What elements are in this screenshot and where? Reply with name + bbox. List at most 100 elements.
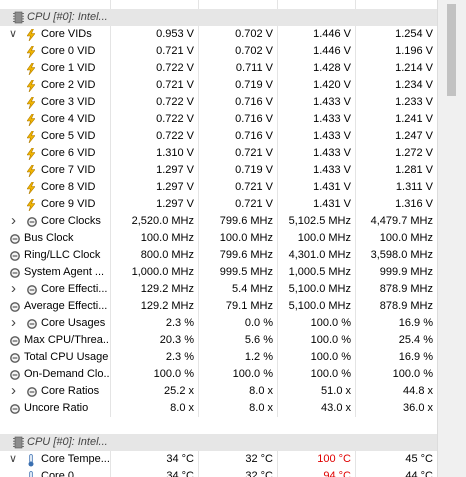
sensor-row[interactable]: Core 5 VID 0.722 V 0.716 V 1.433 V 1.247 V [0, 128, 437, 145]
minimum-value-cell: 5.6 % [198, 332, 277, 349]
bolt-icon [26, 96, 36, 110]
current-value: 34 °C [166, 470, 194, 477]
sensor-row[interactable]: Core 4 VID 0.722 V 0.716 V 1.433 V 1.241 V [0, 111, 437, 128]
clock-icon [10, 403, 20, 414]
minimum-value-cell: 999.5 MHz [198, 264, 277, 281]
sensor-group-row[interactable]: › Core Effecti... 129.2 MHz 5.4 MHz 5,100.0 … [0, 281, 437, 298]
sensor-group-row[interactable]: ∨ Core Tempe... 34 °C 32 °C 100 °C 45 °C [0, 451, 437, 468]
chevron-right-icon[interactable]: › [11, 315, 16, 330]
chevron-down-icon[interactable]: ∨ [9, 26, 17, 43]
sensor-name-cell: Average Effecti... [0, 298, 110, 315]
maximum-value-cell: 5,102.5 MHz [277, 213, 355, 230]
sensor-group-row[interactable]: › Core Clocks 2,520.0 MHz 799.6 MHz 5,102.5 … [0, 213, 437, 230]
chevron-right-icon[interactable]: › [11, 383, 16, 398]
sensor-name-cell: Core 0 VID [0, 43, 110, 60]
maximum-value: 100.0 MHz [297, 232, 351, 244]
average-value: 44.8 x [403, 385, 433, 397]
sensor-row[interactable]: Core 0 VID 0.721 V 0.702 V 1.446 V 1.196 V [0, 43, 437, 60]
sensor-row[interactable]: Total CPU Usage 2.3 % 1.2 % 100.0 % 16.9 % [0, 349, 437, 366]
clock-icon [10, 369, 20, 380]
sensor-row[interactable]: Core 1 VID 0.722 V 0.711 V 1.428 V 1.214 V [0, 60, 437, 77]
average-value: 3,598.0 MHz [370, 249, 433, 261]
sensor-row[interactable]: Core 6 VID 1.310 V 0.721 V 1.433 V 1.272 V [0, 145, 437, 162]
current-value: 800.0 MHz [140, 249, 194, 261]
sensor-row[interactable]: Core 2 VID 0.721 V 0.719 V 1.420 V 1.234 V [0, 77, 437, 94]
sensor-label: Core 0 VID [41, 45, 96, 57]
sensor-row[interactable]: Bus Clock 100.0 MHz 100.0 MHz 100.0 MHz 100.… [0, 230, 437, 247]
chevron-down-icon[interactable]: ∨ [9, 451, 17, 468]
chip-icon [13, 11, 24, 24]
sensor-group-row[interactable]: ∨ Core VIDs 0.953 V 0.702 V 1.446 V 1.254 V [0, 26, 437, 43]
sensor-label: Core 7 VID [41, 164, 96, 176]
average-value: 4,479.7 MHz [370, 215, 433, 227]
maximum-value-cell: 100.0 % [277, 332, 355, 349]
sensor-group-header[interactable]: CPU [#0]: Intel... [0, 9, 437, 26]
sensor-row[interactable]: Core 9 VID 1.297 V 0.721 V 1.431 V 1.316 V [0, 196, 437, 213]
current-value: 20.3 % [159, 334, 194, 346]
thermometer-icon [27, 471, 37, 477]
average-value-cell: 1.311 V [355, 179, 437, 196]
minimum-value-cell: 0.716 V [198, 128, 277, 145]
scrollbar-thumb[interactable] [447, 4, 456, 96]
average-value-cell: 878.9 MHz [355, 281, 437, 298]
minimum-value-cell: 0.702 V [198, 26, 277, 43]
clock-icon [27, 217, 37, 227]
bolt-icon [26, 198, 37, 212]
current-value-cell: 0.721 V [110, 43, 198, 60]
bolt-icon [26, 79, 36, 93]
sensor-group-row[interactable]: › Core Ratios 25.2 x 8.0 x 51.0 x 44.8 x [0, 383, 437, 400]
sensor-row[interactable]: Core 0 34 °C 32 °C 94 °C 44 °C [0, 468, 437, 477]
sensor-name-cell: Uncore Ratio [0, 400, 110, 417]
sensor-group-header[interactable]: CPU [#0]: Intel... [0, 434, 437, 451]
sensor-row[interactable]: Uncore Ratio 8.0 x 8.0 x 43.0 x 36.0 x [0, 400, 437, 417]
sensor-row[interactable]: System Agent ... 1,000.0 MHz 999.5 MHz 1,00… [0, 264, 437, 281]
sensor-row[interactable]: On-Demand Clo... 100.0 % 100.0 % 100.0 % 100… [0, 366, 437, 383]
maximum-value-cell: 100.0 % [277, 349, 355, 366]
bolt-icon [26, 62, 37, 76]
sensor-name-cell: › Core Clocks [0, 213, 110, 230]
sensor-row[interactable]: Average Effecti... 129.2 MHz 79.1 MHz 5,100… [0, 298, 437, 315]
bolt-icon [26, 45, 36, 59]
average-value-cell [355, 434, 437, 451]
sensor-label: Core 2 VID [41, 79, 96, 91]
blank-row [0, 417, 437, 434]
sensor-row[interactable]: Core 8 VID 1.297 V 0.721 V 1.431 V 1.311 V [0, 179, 437, 196]
current-value-cell: 1.297 V [110, 196, 198, 213]
average-value: 1.316 V [395, 198, 433, 210]
clock-icon [10, 251, 20, 261]
chip-icon [13, 436, 24, 449]
minimum-value: 0.0 % [244, 317, 273, 329]
minimum-value: 32 °C [245, 470, 273, 477]
minimum-value-cell [198, 434, 277, 451]
average-value: 878.9 MHz [379, 300, 433, 312]
current-value-cell: 0.722 V [110, 60, 198, 77]
minimum-value-cell [198, 9, 277, 26]
sensor-row[interactable]: Ring/LLC Clock 800.0 MHz 799.6 MHz 4,301.0 … [0, 247, 437, 264]
sensor-row[interactable]: Max CPU/Threa... 20.3 % 5.6 % 100.0 % 25.4 % [0, 332, 437, 349]
sensor-name-cell: Bus Clock [0, 230, 110, 247]
current-value: 8.0 x [170, 402, 194, 414]
sensor-name-cell: Max CPU/Threa... [0, 332, 110, 349]
sensor-row[interactable]: Core 7 VID 1.297 V 0.719 V 1.433 V 1.281 V [0, 162, 437, 179]
sensor-name-cell: Core 1 VID [0, 60, 110, 77]
average-value: 1.254 V [395, 28, 433, 40]
current-value: 129.2 MHz [140, 283, 194, 295]
current-value-cell: 100.0 % [110, 366, 198, 383]
chevron-right-icon[interactable]: › [11, 281, 16, 296]
average-value-cell: 4,479.7 MHz [355, 213, 437, 230]
sensor-name-cell: Core 9 VID [0, 196, 110, 213]
maximum-value-cell: 100 °C [277, 451, 355, 468]
sensor-name-cell: Core 8 VID [0, 179, 110, 196]
sensor-row[interactable]: Core 3 VID 0.722 V 0.716 V 1.433 V 1.233 V [0, 94, 437, 111]
sensor-name-cell: Core 7 VID [0, 162, 110, 179]
current-value: 1.297 V [156, 198, 194, 210]
maximum-value-cell: 94 °C [277, 468, 355, 477]
chevron-right-icon[interactable]: › [11, 213, 16, 228]
sensor-group-row[interactable]: › Core Usages 2.3 % 0.0 % 100.0 % 16.9 % [0, 315, 437, 332]
minimum-value: 8.0 x [249, 402, 273, 414]
maximum-value-cell: 4,301.0 MHz [277, 247, 355, 264]
minimum-value: 100.0 % [232, 368, 273, 380]
current-value: 2.3 % [165, 351, 194, 363]
average-value-cell: 1.272 V [355, 145, 437, 162]
maximum-value-cell [277, 9, 355, 26]
